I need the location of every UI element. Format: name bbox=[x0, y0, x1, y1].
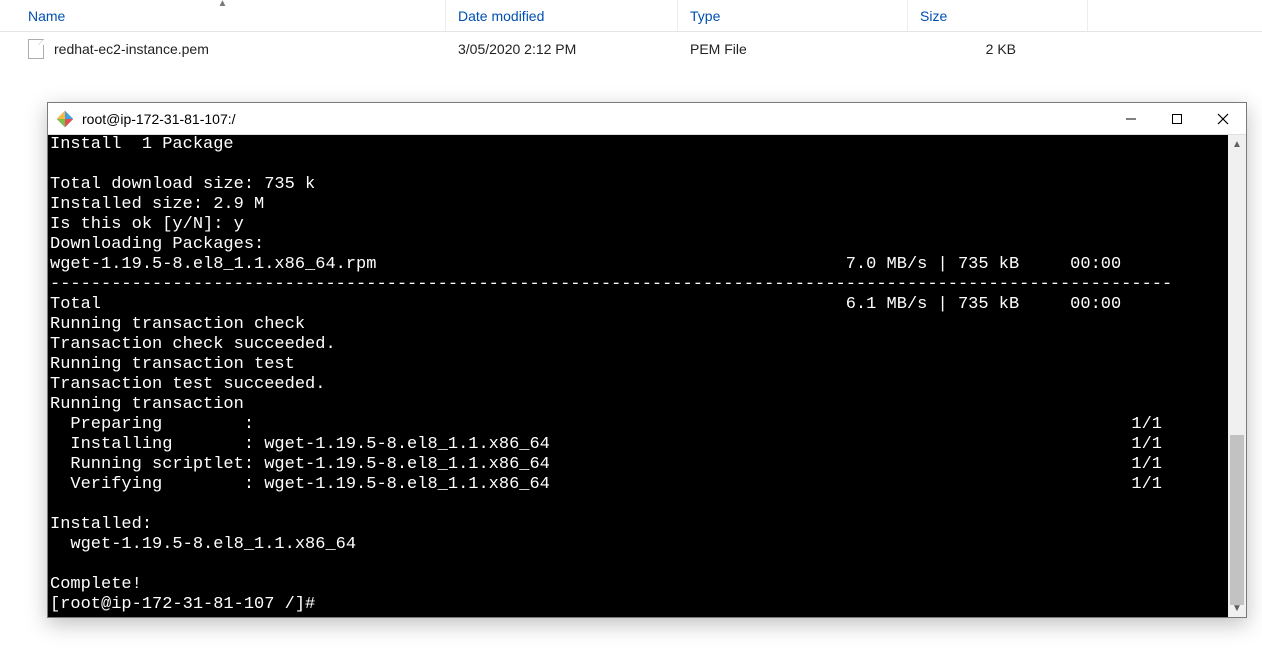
file-name: redhat-ec2-instance.pem bbox=[54, 41, 209, 57]
column-header-date-label: Date modified bbox=[458, 8, 544, 24]
column-header-size-label: Size bbox=[920, 8, 947, 24]
sort-ascending-icon: ▲ bbox=[218, 0, 228, 9]
file-size: 2 KB bbox=[908, 41, 1028, 57]
column-header-type[interactable]: Type bbox=[678, 0, 908, 31]
column-header-date[interactable]: Date modified bbox=[446, 0, 678, 31]
file-type: PEM File bbox=[678, 41, 908, 57]
maximize-button[interactable] bbox=[1154, 103, 1200, 135]
terminal-window: root@ip-172-31-81-107:/ Install 1 Packag… bbox=[47, 102, 1247, 618]
column-header-name-label: Name bbox=[28, 8, 65, 24]
file-row[interactable]: redhat-ec2-instance.pem 3/05/2020 2:12 P… bbox=[0, 32, 1262, 66]
column-header-type-label: Type bbox=[690, 8, 720, 24]
minimize-button[interactable] bbox=[1108, 103, 1154, 135]
app-icon bbox=[56, 110, 74, 128]
column-header-size[interactable]: Size bbox=[908, 0, 1088, 31]
scrollbar[interactable]: ▲ ▼ bbox=[1228, 135, 1246, 617]
file-icon bbox=[28, 39, 44, 59]
file-date: 3/05/2020 2:12 PM bbox=[446, 41, 678, 57]
scroll-up-icon[interactable]: ▲ bbox=[1228, 135, 1246, 153]
scroll-down-icon[interactable]: ▼ bbox=[1228, 599, 1246, 617]
scroll-thumb[interactable] bbox=[1230, 435, 1244, 605]
close-button[interactable] bbox=[1200, 103, 1246, 135]
terminal-output[interactable]: Install 1 Package Total download size: 7… bbox=[48, 135, 1228, 617]
titlebar[interactable]: root@ip-172-31-81-107:/ bbox=[48, 103, 1246, 135]
column-header-row: ▲ Name Date modified Type Size bbox=[0, 0, 1262, 32]
window-title: root@ip-172-31-81-107:/ bbox=[82, 111, 236, 127]
column-header-name[interactable]: ▲ Name bbox=[0, 0, 446, 31]
